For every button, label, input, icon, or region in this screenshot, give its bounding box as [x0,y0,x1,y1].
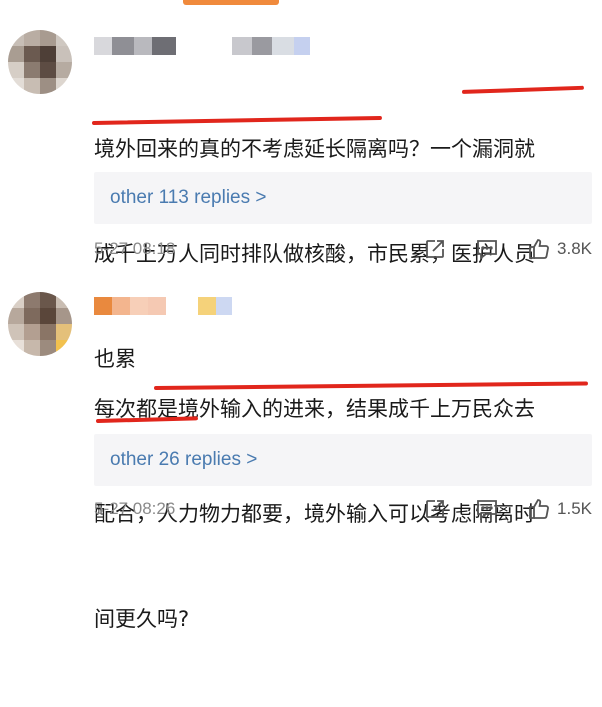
avatar[interactable] [8,292,72,356]
like-button[interactable]: 3.8K [527,237,592,261]
comment-line: 境外回来的真的不考虑延长隔离吗？一个漏洞就 [94,137,535,161]
comment-icon[interactable] [475,497,499,521]
active-tab-indicator [183,0,279,5]
comment-line: 每次都是境外输入的进来，结果成千上万民众去 [94,397,535,421]
view-replies-link[interactable]: other 26 replies > [110,449,257,471]
like-count: 1.5K [557,499,592,518]
share-icon[interactable] [423,237,447,261]
replies-box[interactable]: other 26 replies > [94,434,592,486]
like-button[interactable]: 1.5K [527,497,592,521]
timestamp: 5-27 08:26 [94,499,176,518]
username[interactable] [94,297,232,315]
thumbs-up-icon [527,497,551,521]
comment-actions: 1.5K [423,494,592,524]
like-count: 3.8K [557,239,592,258]
thumbs-up-icon [527,237,551,261]
comment-actions: 3.8K [423,234,592,264]
avatar[interactable] [8,30,72,94]
comment-meta: 5-27 08:18 3.8K [94,234,598,264]
view-replies-link[interactable]: other 113 replies > [110,187,267,209]
comment-line: 间更久吗? [94,607,190,631]
username[interactable] [94,37,310,55]
comment-icon[interactable] [475,237,499,261]
replies-box[interactable]: other 113 replies > [94,172,592,224]
share-icon[interactable] [423,497,447,521]
timestamp: 5-27 08:18 [94,239,176,258]
comment-meta: 5-27 08:26 1.5K [94,494,598,524]
